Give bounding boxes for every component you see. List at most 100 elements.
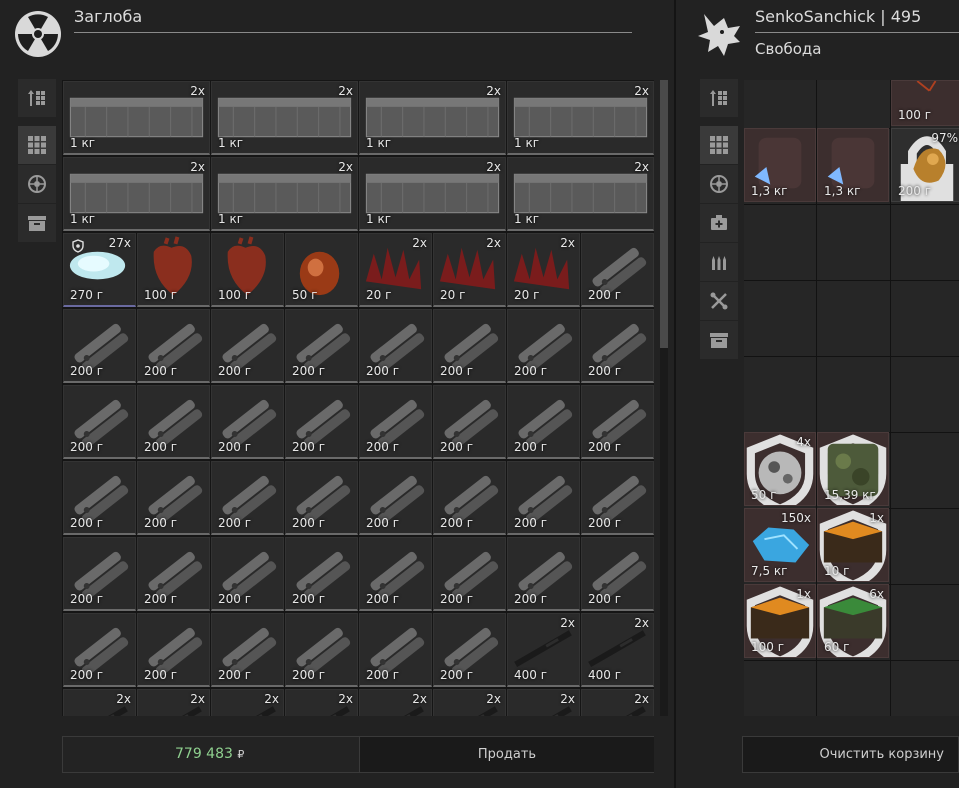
sort-button[interactable] bbox=[700, 79, 738, 117]
inventory-item-multitool[interactable]: 200 г bbox=[507, 537, 580, 611]
inventory-item-blade[interactable]: 2x bbox=[359, 689, 432, 716]
player-item-backpack[interactable]: 1,3 кг bbox=[817, 128, 889, 202]
inventory-item-multitool[interactable]: 200 г bbox=[211, 385, 284, 459]
player-item-drone[interactable]: 100 г bbox=[891, 80, 959, 126]
player-item-backpack[interactable]: 1,3 кг bbox=[744, 128, 816, 202]
inventory-item-multitool[interactable]: 200 г bbox=[285, 385, 358, 459]
inventory-item-multitool[interactable]: 200 г bbox=[285, 309, 358, 383]
grid-filter-button[interactable] bbox=[700, 126, 738, 164]
tools-filter-button[interactable] bbox=[700, 282, 738, 320]
inventory-item-multitool[interactable]: 200 г bbox=[359, 613, 432, 687]
inventory-item-crate[interactable]: 1 кг 2x bbox=[359, 157, 506, 231]
inventory-item-multitool[interactable]: 200 г bbox=[507, 461, 580, 535]
inventory-item-spikes[interactable]: 20 г 2x bbox=[359, 233, 432, 307]
inventory-item-gland[interactable]: 50 г bbox=[285, 233, 358, 307]
inventory-item-multitool[interactable]: 200 г bbox=[433, 613, 506, 687]
item-count: 1x bbox=[796, 587, 811, 601]
inventory-item-crate[interactable]: 1 кг 2x bbox=[63, 81, 210, 155]
inventory-item-multitool[interactable]: 200 г bbox=[433, 309, 506, 383]
container-filter-button[interactable] bbox=[700, 321, 738, 359]
player-item-blue-crystal[interactable]: 7,5 кг 150x bbox=[744, 508, 816, 582]
item-weight: 200 г bbox=[588, 364, 622, 378]
artifact-filter-button[interactable] bbox=[18, 165, 56, 203]
inventory-item-multitool[interactable]: 200 г bbox=[63, 537, 136, 611]
player-item-mech-part[interactable]: 50 г 4x bbox=[744, 432, 816, 506]
inventory-item-multitool[interactable]: 200 г bbox=[359, 537, 432, 611]
inventory-item-heart[interactable]: 100 г bbox=[137, 233, 210, 307]
inventory-item-multitool[interactable]: 200 г bbox=[137, 461, 210, 535]
grid-line bbox=[744, 280, 959, 281]
inventory-item-crate[interactable]: 1 кг 2x bbox=[359, 81, 506, 155]
inventory-item-multitool[interactable]: 200 г bbox=[211, 461, 284, 535]
inventory-item-multitool[interactable]: 200 г bbox=[359, 461, 432, 535]
artifact-icon bbox=[28, 175, 46, 193]
inventory-item-multitool[interactable]: 200 г bbox=[581, 309, 654, 383]
trader-inventory-grid[interactable]: 1 кг 2x 1 кг 2x 1 кг 2x 1 кг 2x 1 кг 2x 1 кг 2x 1 кг… bbox=[62, 80, 654, 716]
ammo-filter-button[interactable] bbox=[700, 243, 738, 281]
inventory-item-multitool[interactable]: 200 г bbox=[285, 537, 358, 611]
inventory-item-multitool[interactable]: 200 г bbox=[63, 461, 136, 535]
player-item-orange-box[interactable]: 10 г 1x bbox=[817, 508, 889, 582]
grid-filter-button[interactable] bbox=[18, 126, 56, 164]
player-item-green-box[interactable]: 60 г 6x bbox=[817, 584, 889, 658]
inventory-item-blade[interactable]: 2x bbox=[433, 689, 506, 716]
inventory-item-blade[interactable]: 2x bbox=[63, 689, 136, 716]
sell-button[interactable]: Продать bbox=[359, 737, 654, 772]
inventory-item-multitool[interactable]: 200 г bbox=[581, 461, 654, 535]
inventory-item-blade[interactable]: 2x bbox=[285, 689, 358, 716]
clear-cart-button[interactable]: Очистить корзину bbox=[742, 736, 959, 773]
inventory-item-multitool[interactable]: 200 г bbox=[285, 461, 358, 535]
medkit-filter-button[interactable] bbox=[700, 204, 738, 242]
inventory-item-multitool[interactable]: 200 г bbox=[137, 613, 210, 687]
inventory-item-blade[interactable]: 400 г 2x bbox=[507, 613, 580, 687]
inventory-item-multitool[interactable]: 200 г bbox=[211, 309, 284, 383]
inventory-item-spikes[interactable]: 20 г 2x bbox=[507, 233, 580, 307]
inventory-item-crate[interactable]: 1 кг 2x bbox=[211, 81, 358, 155]
player-item-camo-armor[interactable]: 15,39 кг bbox=[817, 432, 889, 506]
wolf-head-icon bbox=[698, 14, 740, 56]
inventory-item-multitool[interactable]: 200 г bbox=[581, 233, 654, 307]
player-inventory-grid[interactable]: 100 г 1,3 кг 1,3 кг 200 г 97% 50 г 4x 15,39 кг 7… bbox=[744, 80, 959, 716]
player-item-artifact-gold[interactable]: 200 г 97% bbox=[891, 128, 959, 202]
inventory-item-multitool[interactable]: 200 г bbox=[63, 385, 136, 459]
sort-button[interactable] bbox=[18, 79, 56, 117]
inventory-item-blade[interactable]: 2x bbox=[507, 689, 580, 716]
inventory-item-blade[interactable]: 2x bbox=[137, 689, 210, 716]
inventory-item-multitool[interactable]: 200 г bbox=[433, 385, 506, 459]
inventory-item-multitool[interactable]: 200 г bbox=[63, 613, 136, 687]
trader-filter-column bbox=[18, 79, 56, 243]
inventory-item-crystal[interactable]: 270 г 27x bbox=[63, 233, 136, 307]
inventory-item-multitool[interactable]: 200 г bbox=[359, 309, 432, 383]
inventory-item-crate[interactable]: 1 кг 2x bbox=[507, 157, 654, 231]
inventory-item-multitool[interactable]: 200 г bbox=[433, 537, 506, 611]
inventory-item-multitool[interactable]: 200 г bbox=[285, 613, 358, 687]
player-item-orange-box[interactable]: 100 г 1x bbox=[744, 584, 816, 658]
inventory-item-multitool[interactable]: 200 г bbox=[137, 537, 210, 611]
inventory-item-multitool[interactable]: 200 г bbox=[211, 613, 284, 687]
item-weight: 100 г bbox=[898, 108, 932, 122]
inventory-item-multitool[interactable]: 200 г bbox=[211, 537, 284, 611]
inventory-item-crate[interactable]: 1 кг 2x bbox=[211, 157, 358, 231]
inventory-item-crate[interactable]: 1 кг 2x bbox=[63, 157, 210, 231]
inventory-item-multitool[interactable]: 200 г bbox=[507, 309, 580, 383]
inventory-item-crate[interactable]: 1 кг 2x bbox=[507, 81, 654, 155]
inventory-item-blade[interactable]: 2x bbox=[211, 689, 284, 716]
inventory-item-multitool[interactable]: 200 г bbox=[581, 385, 654, 459]
inventory-item-multitool[interactable]: 200 г bbox=[507, 385, 580, 459]
inventory-item-blade[interactable]: 400 г 2x bbox=[581, 613, 654, 687]
item-weight: 200 г bbox=[218, 668, 252, 682]
inventory-item-multitool[interactable]: 200 г bbox=[359, 385, 432, 459]
scrollbar-thumb[interactable] bbox=[660, 80, 668, 348]
inventory-item-heart[interactable]: 100 г bbox=[211, 233, 284, 307]
inventory-item-multitool[interactable]: 200 г bbox=[137, 309, 210, 383]
inventory-item-spikes[interactable]: 20 г 2x bbox=[433, 233, 506, 307]
inventory-item-multitool[interactable]: 200 г bbox=[63, 309, 136, 383]
trader-scrollbar[interactable] bbox=[660, 80, 668, 716]
inventory-item-multitool[interactable]: 200 г bbox=[433, 461, 506, 535]
inventory-item-blade[interactable]: 2x bbox=[581, 689, 654, 716]
container-filter-button[interactable] bbox=[18, 204, 56, 242]
artifact-filter-button[interactable] bbox=[700, 165, 738, 203]
inventory-item-multitool[interactable]: 200 г bbox=[137, 385, 210, 459]
inventory-item-multitool[interactable]: 200 г bbox=[581, 537, 654, 611]
item-count: 2x bbox=[338, 160, 353, 174]
